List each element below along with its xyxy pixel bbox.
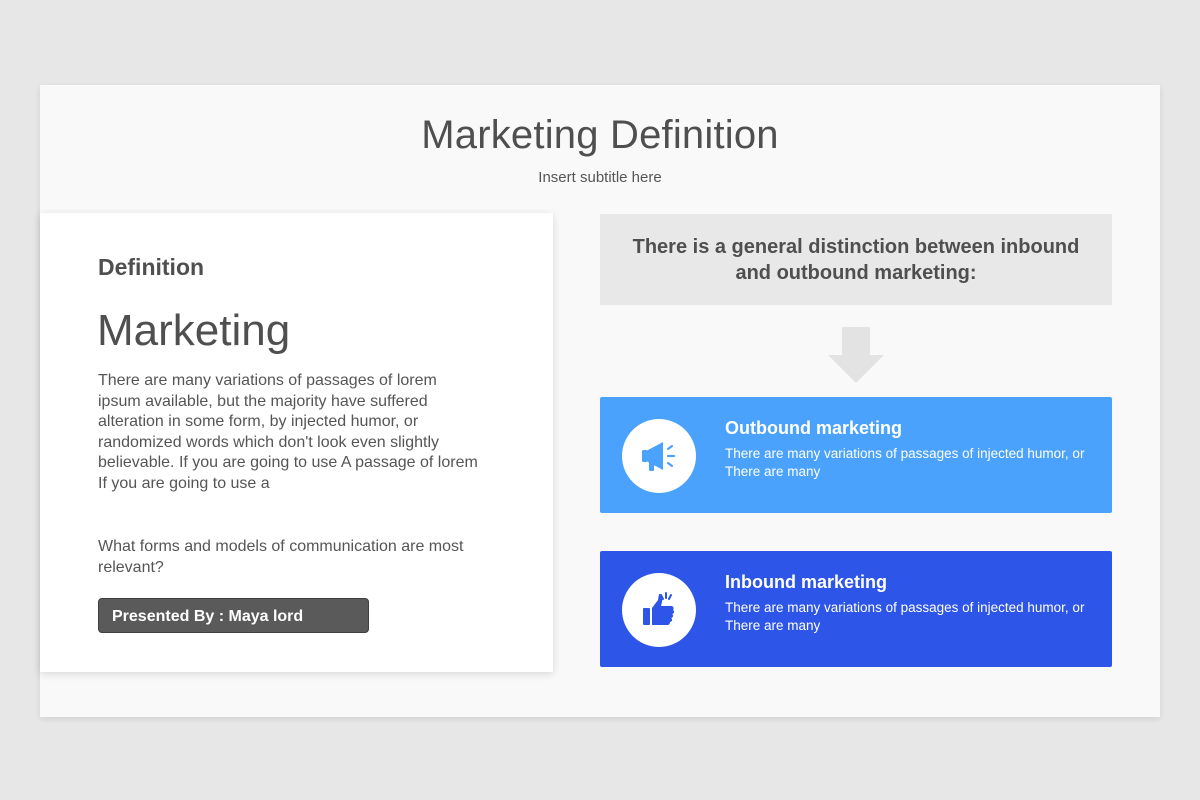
- inbound-title: Inbound marketing: [725, 572, 887, 592]
- outbound-card: Outbound marketing There are many variat…: [600, 397, 1112, 513]
- definition-heading: Marketing: [97, 306, 291, 355]
- megaphone-icon: [642, 442, 676, 471]
- thumbs-up-icon: [643, 592, 675, 625]
- inbound-card: Inbound marketing There are many variati…: [600, 551, 1112, 667]
- outbound-text: There are many variations of passages of…: [725, 446, 1085, 479]
- outbound-title: Outbound marketing: [725, 418, 902, 438]
- inbound-icon-circle: [622, 573, 696, 647]
- definition-question: What forms and models of communication a…: [98, 538, 464, 576]
- definition-body: There are many variations of passages of…: [98, 372, 478, 492]
- arrow-down-icon: [828, 327, 884, 383]
- outbound-icon-circle: [622, 419, 696, 493]
- inbound-text: There are many variations of passages of…: [725, 600, 1085, 633]
- definition-card: Definition Marketing There are many vari…: [40, 213, 553, 672]
- definition-label: Definition: [98, 254, 205, 280]
- distinction-text: There is a general distinction between i…: [632, 235, 1080, 284]
- slide-subtitle: Insert subtitle here: [538, 169, 662, 186]
- distinction-box: There is a general distinction between i…: [600, 214, 1112, 305]
- presenter-badge: Presented By : Maya lord: [98, 598, 369, 633]
- slide-title: Marketing Definition: [421, 113, 779, 157]
